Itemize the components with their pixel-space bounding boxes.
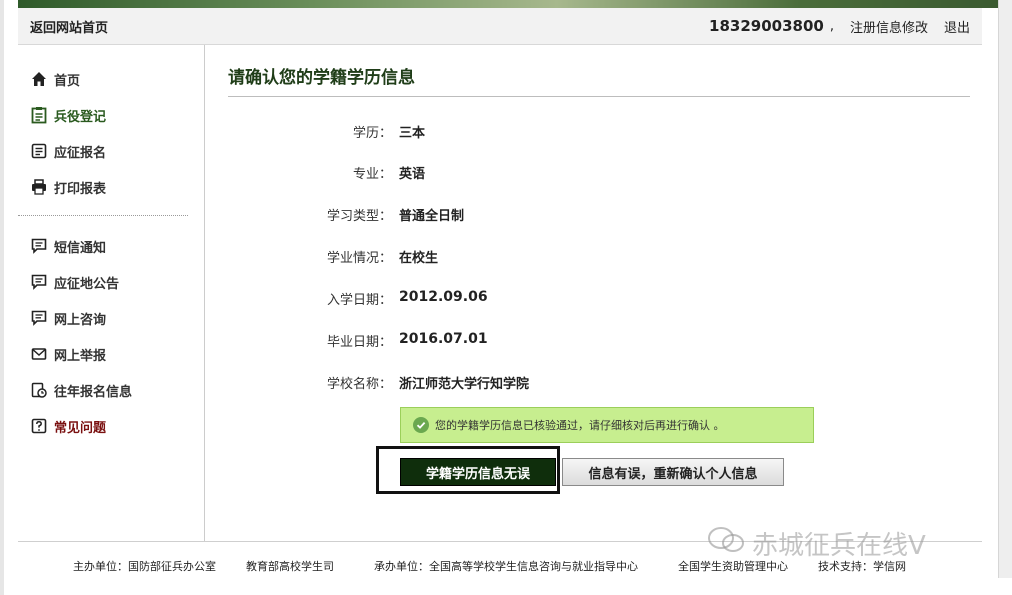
chat-icon <box>30 309 48 327</box>
message-icon <box>30 237 48 255</box>
field-major: 专业： 英语 <box>228 163 970 183</box>
sidebar-item-faq[interactable]: 常见问题 <box>18 408 204 444</box>
sidebar-item-sms-notice[interactable]: 短信通知 <box>18 228 204 264</box>
window-edge <box>998 0 1012 578</box>
field-label: 专业： <box>352 167 392 182</box>
field-value: 浙江师范大学行知学院 <box>399 377 530 392</box>
sidebar-item-label: 往年报名信息 <box>54 384 133 400</box>
field-study-type: 学习类型： 普通全日制 <box>228 205 970 225</box>
field-label: 学历： <box>352 126 392 141</box>
sidebar-item-label: 兵役登记 <box>54 109 107 125</box>
sidebar-item-label: 首页 <box>54 73 81 89</box>
sidebar-item-label: 常见问题 <box>54 420 107 436</box>
top-bar: 返回网站首页 18329003800 , 注册信息修改 退出 <box>18 8 982 45</box>
sidebar-item-print-forms[interactable]: 打印报表 <box>18 169 204 205</box>
sidebar-item-online-consult[interactable]: 网上咨询 <box>18 300 204 336</box>
wechat-icon <box>706 525 746 562</box>
field-label: 学校名称： <box>326 377 392 392</box>
field-study-status: 学业情况： 在校生 <box>228 247 970 267</box>
sidebar-item-online-report[interactable]: 网上举报 <box>18 336 204 372</box>
footer-organizer: 承办单位：全国高等学校学生信息咨询与就业指导中心 <box>374 560 638 573</box>
sidebar-divider <box>18 215 188 216</box>
sidebar-item-military-registration[interactable]: 兵役登记 <box>18 97 204 133</box>
sidebar-item-label: 应征地公告 <box>54 276 120 292</box>
sidebar-item-label: 网上咨询 <box>54 312 107 328</box>
separator: , <box>829 18 834 34</box>
sidebar-item-past-signups[interactable]: 往年报名信息 <box>18 372 204 408</box>
sidebar-item-label: 应征报名 <box>54 145 107 161</box>
user-info: 18329003800 , 注册信息修改 退出 <box>709 17 970 36</box>
announcement-icon <box>30 273 48 291</box>
sidebar-group-main: 首页 兵役登记 应征报名 打印报表 <box>18 45 204 205</box>
sidebar-item-label: 打印报表 <box>54 181 107 197</box>
field-label: 入学日期： <box>326 293 392 308</box>
watermark: 赤城征兵在线V <box>706 525 926 562</box>
question-icon <box>30 417 48 435</box>
check-circle-icon <box>413 417 429 433</box>
header-banner <box>18 0 998 8</box>
page-title: 请确认您的学籍学历信息 <box>228 45 970 97</box>
verification-notice: 您的学籍学历信息已核验通过，请仔细核对后再进行确认 。 <box>400 407 814 443</box>
sidebar-group-info: 短信通知 应征地公告 网上咨询 网上举报 往年报名信息 常见问题 <box>18 228 204 444</box>
field-label: 毕业日期： <box>326 335 392 350</box>
return-home-link[interactable]: 返回网站首页 <box>30 17 108 36</box>
history-icon <box>30 381 48 399</box>
field-label: 学习类型： <box>326 209 392 224</box>
field-education-level: 学历： 三本 <box>228 122 970 142</box>
home-icon <box>30 70 48 88</box>
field-value: 普通全日制 <box>399 209 465 224</box>
field-label: 学业情况： <box>326 251 392 266</box>
confirm-info-button[interactable]: 学籍学历信息无误 <box>400 458 556 486</box>
field-value: 英语 <box>399 167 426 182</box>
field-enrollment-date: 入学日期： 2012.09.06 <box>228 289 970 309</box>
page-edge-left <box>0 0 4 595</box>
field-value: 三本 <box>399 126 426 141</box>
sidebar-item-enlist-signup[interactable]: 应征报名 <box>18 133 204 169</box>
field-value: 2012.09.06 <box>399 289 488 305</box>
footer-host: 主办单位：国防部征兵办公室 <box>73 560 216 573</box>
footer-host2: 教育部高校学生司 <box>246 560 334 573</box>
sidebar-item-label: 网上举报 <box>54 348 107 364</box>
reconfirm-info-button[interactable]: 信息有误，重新确认个人信息 <box>562 458 784 486</box>
sidebar-item-home[interactable]: 首页 <box>18 61 204 97</box>
sidebar-item-local-announcement[interactable]: 应征地公告 <box>18 264 204 300</box>
notice-text: 您的学籍学历信息已核验通过，请仔细核对后再进行确认 。 <box>435 419 725 432</box>
edit-registration-link[interactable]: 注册信息修改 <box>850 17 928 36</box>
clipboard-icon <box>30 106 48 124</box>
sidebar: 首页 兵役登记 应征报名 打印报表 短信通知 应征地公告 网上咨询 网上举报 往… <box>18 45 205 541</box>
user-phone: 18329003800 <box>709 17 824 35</box>
mail-icon <box>30 345 48 363</box>
main-content: 请确认您的学籍学历信息 学历： 三本 专业： 英语 学习类型： 普通全日制 学业… <box>228 45 970 541</box>
field-graduation-date: 毕业日期： 2016.07.01 <box>228 331 970 351</box>
field-value: 在校生 <box>399 251 439 266</box>
sidebar-item-label: 短信通知 <box>54 240 107 256</box>
document-icon <box>30 142 48 160</box>
field-school-name: 学校名称： 浙江师范大学行知学院 <box>228 373 970 393</box>
field-value: 2016.07.01 <box>399 331 488 347</box>
logout-link[interactable]: 退出 <box>944 17 970 36</box>
watermark-text: 赤城征兵在线V <box>752 530 926 561</box>
printer-icon <box>30 178 48 196</box>
